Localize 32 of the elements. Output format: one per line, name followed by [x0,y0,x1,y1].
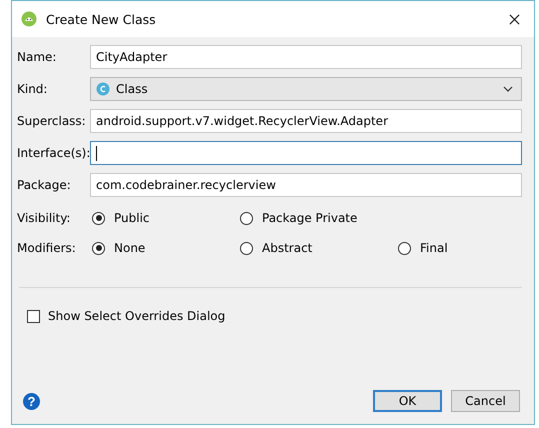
radio-label[interactable]: Abstract [262,241,312,255]
checkbox-label[interactable]: Show Select Overrides Dialog [48,309,226,323]
radio-button[interactable] [240,242,253,254]
radio-button[interactable] [240,212,253,224]
radio-label[interactable]: Final [420,241,448,255]
field-label: Name: [17,50,58,64]
field-label: Kind: [17,82,48,96]
field-label: Package: [17,178,72,192]
window-title: Create New Class [46,12,157,26]
kind-dropdown[interactable]: Class [90,77,522,101]
radio-label[interactable]: None [114,241,146,255]
dialog-button[interactable]: Cancel [451,390,520,412]
help-button[interactable]: ? [23,392,40,410]
input-field[interactable]: android.support.v7.widget.RecyclerView.Adapter [90,109,522,133]
class-icon [96,82,110,96]
checkbox[interactable] [27,310,40,322]
input-field[interactable]: CityAdapter [90,45,522,69]
input-field[interactable] [90,141,522,165]
radio-label[interactable]: Package Private [262,211,358,225]
close-icon[interactable] [509,14,520,24]
field-label: Superclass: [17,114,87,128]
dialog-button[interactable]: OK [373,390,442,412]
radio-button[interactable] [398,242,411,254]
input-field[interactable]: com.codebrainer.recyclerview [90,173,522,197]
group-label: Modifiers: [17,241,77,255]
group-label: Visibility: [17,211,72,225]
app-icon [21,11,37,27]
radio-button[interactable] [92,212,105,224]
caret-icon [503,86,513,92]
radio-label[interactable]: Public [114,211,150,225]
radio-button[interactable] [92,242,105,254]
field-label: Interface(s): [17,146,90,160]
